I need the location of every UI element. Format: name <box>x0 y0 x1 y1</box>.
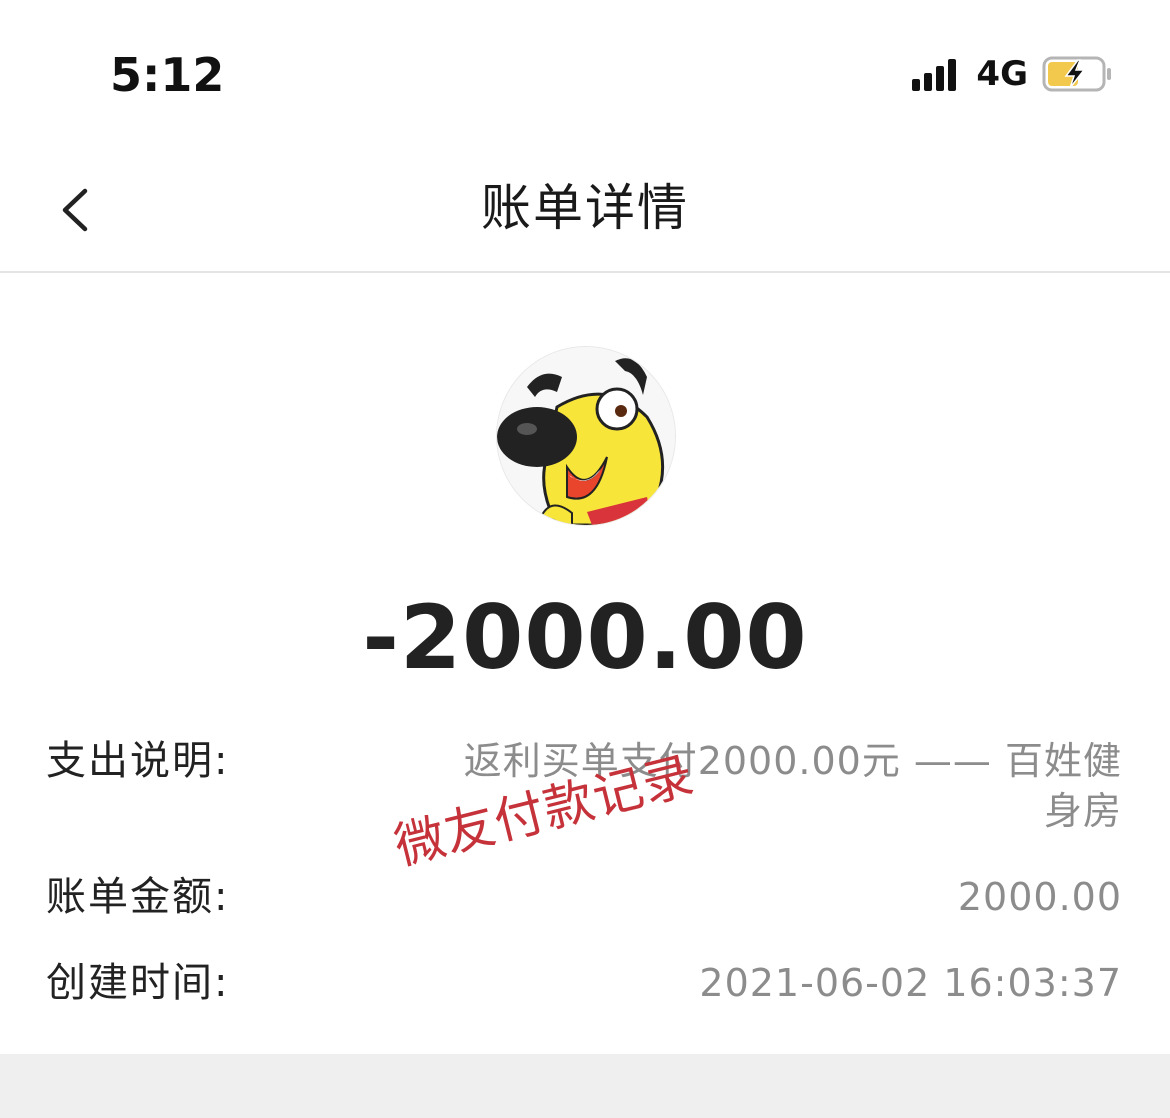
description-label: 支出说明: <box>46 738 230 784</box>
bill-amount-value: 2000.00 <box>957 875 1122 919</box>
created-time-label: 创建时间: <box>46 960 230 1006</box>
bill-amount-label: 账单金额: <box>46 874 230 920</box>
created-time-row: 创建时间: 2021-06-02 16:03:37 <box>46 958 1122 1008</box>
page-title: 账单详情 <box>481 179 689 237</box>
network-label: 4G <box>976 54 1028 94</box>
created-time-value: 2021-06-02 16:03:37 <box>699 961 1122 1005</box>
avatar <box>496 346 676 526</box>
amount: -2000.00 <box>362 586 808 689</box>
status-time: 5:12 <box>110 48 225 102</box>
status-bar: 5:12 4G <box>0 0 1170 140</box>
bill-amount-row: 账单金额: 2000.00 <box>46 872 1122 922</box>
signal-icon <box>912 57 960 91</box>
status-icons: 4G <box>912 54 1114 94</box>
bottom-background <box>0 1054 1170 1118</box>
dog-avatar-icon <box>497 347 675 525</box>
nav-bar: 账单详情 <box>0 140 1170 273</box>
battery-charging-icon <box>1042 56 1111 92</box>
